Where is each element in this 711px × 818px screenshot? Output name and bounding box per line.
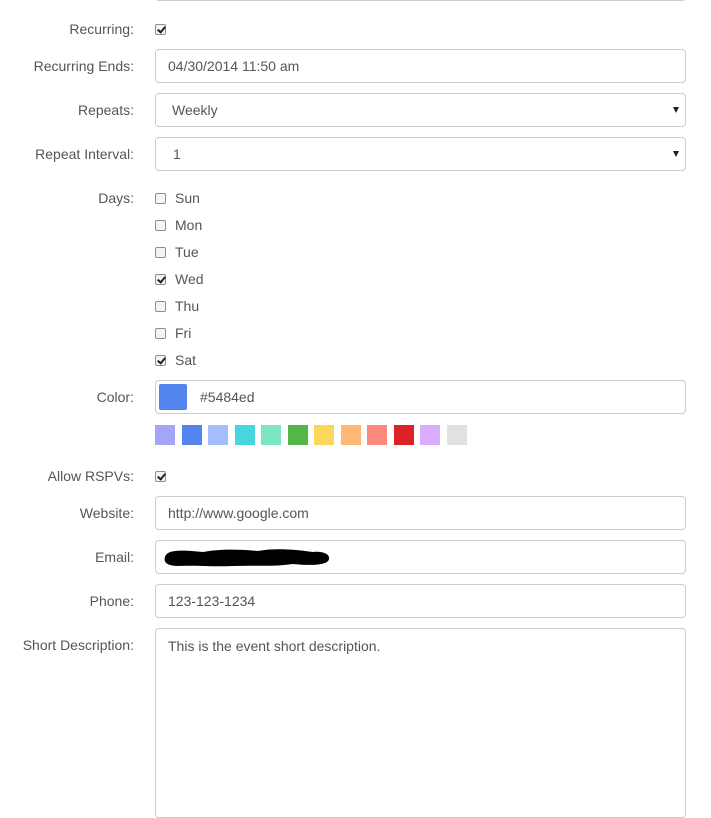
repeats-label: Repeats: xyxy=(77,102,134,118)
allow-rsvps-label: Allow RSPVs: xyxy=(47,468,134,484)
color-swatch[interactable] xyxy=(155,425,175,445)
website-input[interactable]: http://www.google.com xyxy=(155,496,686,530)
day-checkbox-sat[interactable] xyxy=(155,355,166,366)
recurring-checkbox[interactable] xyxy=(155,24,166,35)
short-description-textarea[interactable]: This is the event short description. xyxy=(155,628,686,818)
color-swatch[interactable] xyxy=(314,425,334,445)
color-swatch[interactable] xyxy=(234,425,255,445)
day-checkbox-wed[interactable] xyxy=(155,274,166,285)
color-label: Color: xyxy=(96,389,134,405)
day-label-mon: Mon xyxy=(175,217,203,233)
color-swatch[interactable] xyxy=(446,425,467,445)
day-label-thu: Thu xyxy=(175,298,200,314)
previous-field-bottom xyxy=(155,0,686,1)
day-checkbox-fri[interactable] xyxy=(155,328,166,339)
day-label-sun: Sun xyxy=(175,190,200,206)
day-label-fri: Fri xyxy=(175,325,192,341)
recurring-ends-value: 04/30/2014 11:50 am xyxy=(168,58,300,74)
phone-label: Phone: xyxy=(89,593,134,609)
repeat-interval-select[interactable]: 1 xyxy=(155,137,686,171)
repeats-value: Weekly xyxy=(172,102,218,118)
color-swatch[interactable] xyxy=(181,425,202,445)
repeat-interval-value: 1 xyxy=(173,146,181,162)
color-swatch[interactable] xyxy=(261,425,281,445)
allow-rsvps-checkbox[interactable] xyxy=(155,471,166,482)
color-preview xyxy=(159,384,187,410)
repeats-select[interactable]: Weekly xyxy=(155,93,686,127)
phone-input[interactable]: 123-123-1234 xyxy=(155,584,686,618)
recurring-label: Recurring: xyxy=(69,21,134,37)
color-swatch[interactable] xyxy=(208,425,228,445)
color-swatch[interactable] xyxy=(393,425,414,445)
color-swatch[interactable] xyxy=(340,425,361,445)
website-label: Website: xyxy=(79,505,134,521)
recurring-ends-label: Recurring Ends: xyxy=(33,58,134,74)
short-description-value: This is the event short description. xyxy=(168,638,381,654)
color-value: #5484ed xyxy=(200,389,255,405)
email-redaction xyxy=(164,549,330,567)
chevron-down-icon xyxy=(673,107,679,113)
color-swatch[interactable] xyxy=(367,425,387,445)
day-checkbox-mon[interactable] xyxy=(155,220,166,231)
day-label-wed: Wed xyxy=(175,271,204,287)
day-checkbox-tue[interactable] xyxy=(155,247,166,258)
website-value: http://www.google.com xyxy=(168,505,309,521)
color-swatch[interactable] xyxy=(420,425,440,445)
day-checkbox-sun[interactable] xyxy=(155,193,166,204)
day-checkbox-thu[interactable] xyxy=(155,301,166,312)
phone-value: 123-123-1234 xyxy=(168,593,256,609)
email-label: Email: xyxy=(95,549,134,565)
short-description-label: Short Description: xyxy=(22,637,134,653)
day-label-sat: Sat xyxy=(175,352,197,368)
recurring-ends-input[interactable]: 04/30/2014 11:50 am xyxy=(155,49,686,83)
days-label: Days: xyxy=(98,190,134,206)
repeat-interval-label: Repeat Interval: xyxy=(35,146,134,162)
chevron-down-icon xyxy=(673,151,679,157)
color-swatch[interactable] xyxy=(287,425,308,445)
day-label-tue: Tue xyxy=(175,244,199,260)
color-input[interactable]: #5484ed xyxy=(155,380,686,414)
